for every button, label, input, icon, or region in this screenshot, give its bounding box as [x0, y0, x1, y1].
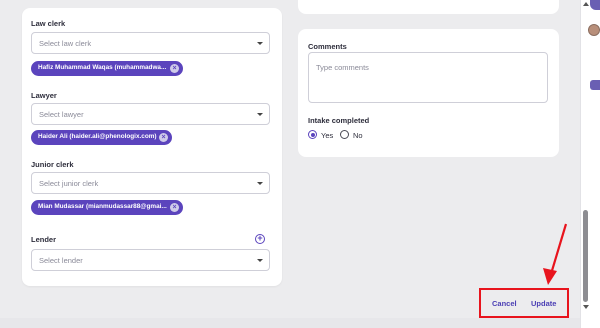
scroll-down-arrow-icon[interactable]	[583, 305, 589, 309]
previous-card-bottom	[298, 0, 559, 14]
close-circle-icon[interactable]: ×	[170, 203, 179, 212]
junior-clerk-label: Junior clerk	[31, 160, 74, 169]
scrollbar-thumb[interactable]	[583, 210, 588, 302]
comments-textarea[interactable]: Type comments	[308, 52, 548, 103]
annotation-arrow	[543, 223, 568, 285]
close-circle-icon[interactable]: ×	[170, 64, 179, 73]
page-bottom-strip	[0, 318, 600, 328]
lawyer-chip-label: Haider Ali (haider.ali@phenologix.com)	[38, 133, 157, 140]
chevron-down-icon	[257, 113, 263, 116]
junior-clerk-placeholder: Select junior clerk	[39, 179, 99, 188]
junior-clerk-chip: Mian Mudassar (mianmudassar88@gmai... ×	[31, 200, 183, 215]
law-clerk-placeholder: Select law clerk	[39, 39, 92, 48]
lawyer-placeholder: Select lawyer	[39, 110, 84, 119]
chevron-down-icon	[257, 182, 263, 185]
lender-label: Lender	[31, 235, 57, 244]
intake-completed-label: Intake completed	[308, 116, 370, 125]
plus-circle-icon[interactable]: +	[255, 234, 265, 244]
intake-no-radio[interactable]	[340, 130, 349, 139]
comments-label: Comments	[308, 42, 347, 51]
chevron-down-icon	[257, 42, 263, 45]
scroll-up-arrow-icon[interactable]	[583, 2, 589, 6]
junior-clerk-chip-label: Mian Mudassar (mianmudassar88@gmai...	[38, 203, 167, 210]
intake-no-label[interactable]: No	[353, 131, 363, 140]
avatar[interactable]	[588, 24, 600, 36]
avatar-fragment	[590, 0, 600, 10]
intake-yes-label[interactable]: Yes	[321, 131, 333, 140]
law-clerk-chip-label: Hafiz Muhammad Waqas (muhammadwa...	[38, 64, 167, 71]
law-clerk-chip: Hafiz Muhammad Waqas (muhammadwa... ×	[31, 61, 183, 76]
lender-select[interactable]: Select lender	[31, 249, 270, 271]
update-button[interactable]: Update	[531, 299, 556, 308]
close-circle-icon[interactable]: ×	[159, 133, 168, 142]
lawyer-select[interactable]: Select lawyer	[31, 103, 270, 125]
intake-yes-radio[interactable]	[308, 130, 317, 139]
lawyer-label: Lawyer	[31, 91, 57, 100]
lender-placeholder: Select lender	[39, 256, 83, 265]
law-clerk-label: Law clerk	[31, 19, 66, 28]
junior-clerk-select[interactable]: Select junior clerk	[31, 172, 270, 194]
cancel-button[interactable]: Cancel	[492, 299, 517, 308]
side-tab-fragment	[590, 80, 600, 90]
comments-placeholder: Type comments	[316, 63, 369, 72]
chevron-down-icon	[257, 259, 263, 262]
lawyer-chip: Haider Ali (haider.ali@phenologix.com) ×	[31, 130, 172, 145]
law-clerk-select[interactable]: Select law clerk	[31, 32, 270, 54]
